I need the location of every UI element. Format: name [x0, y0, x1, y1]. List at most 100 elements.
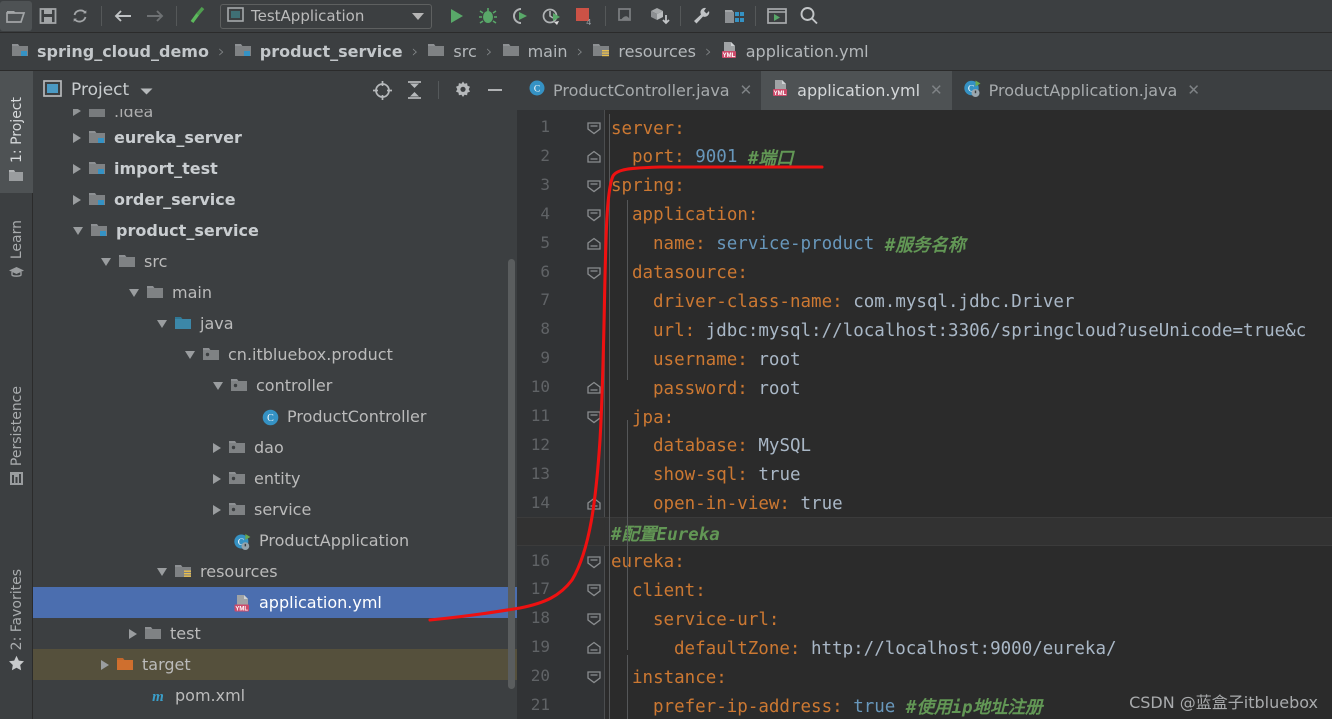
tree-item-eureka-server[interactable]: eureka_server: [33, 122, 517, 153]
chevron-down-icon[interactable]: [157, 319, 167, 328]
fold-start-icon[interactable]: [586, 208, 604, 221]
tree-item-resources[interactable]: resources: [33, 556, 517, 587]
chevron-right-icon[interactable]: [213, 473, 221, 484]
gear-icon[interactable]: [449, 77, 477, 103]
code-line[interactable]: application:: [632, 201, 758, 230]
breadcrumb-item-src[interactable]: src: [427, 42, 477, 62]
code-line[interactable]: server:: [611, 114, 685, 143]
tab-productapplication-java[interactable]: C ProductApplication.java ✕: [952, 71, 1209, 110]
tree-item-cn-itbluebox-product[interactable]: cn.itbluebox.product: [33, 339, 517, 370]
fold-start-icon[interactable]: [586, 555, 604, 568]
stop-icon[interactable]: 4: [568, 1, 600, 31]
breadcrumb-item-main[interactable]: main: [502, 42, 568, 62]
fold-end-icon[interactable]: [586, 237, 604, 250]
tree-item-service[interactable]: service: [33, 494, 517, 525]
chevron-right-icon[interactable]: [129, 628, 137, 639]
breadcrumb-item-resources[interactable]: resources: [592, 42, 696, 62]
tree-item-target[interactable]: target: [33, 649, 517, 680]
fold-start-icon[interactable]: [586, 583, 604, 597]
tree-item--idea[interactable]: .idea: [33, 109, 517, 122]
code-editor[interactable]: 123456789101112131415161718192021 server…: [517, 110, 1332, 719]
code-line[interactable]: password: root: [653, 374, 801, 403]
settings-wrench-icon[interactable]: [686, 1, 718, 31]
fold-start-icon[interactable]: [586, 179, 604, 193]
tree-item-controller[interactable]: controller: [33, 370, 517, 401]
profiler-icon[interactable]: [536, 1, 568, 31]
tree-item-application-yml[interactable]: YML application.yml: [33, 587, 517, 618]
tab-productcontroller-java[interactable]: C ProductController.java ✕: [517, 71, 761, 110]
chevron-down-icon[interactable]: [157, 567, 167, 576]
code-line[interactable]: client:: [632, 576, 706, 605]
open-folder-icon[interactable]: [0, 1, 32, 31]
build-hammer-icon[interactable]: [182, 1, 214, 31]
code-line[interactable]: jpa:: [632, 403, 674, 432]
hide-panel-icon[interactable]: [481, 77, 509, 103]
code-line[interactable]: show-sql: true: [653, 461, 801, 490]
fold-start-icon[interactable]: [586, 121, 604, 135]
run-anything-icon[interactable]: [761, 1, 793, 31]
breadcrumb-item-application-yml[interactable]: YML application.yml: [721, 41, 869, 63]
code-line[interactable]: instance:: [632, 663, 727, 692]
code-line[interactable]: datasource:: [632, 259, 748, 288]
run-icon[interactable]: [440, 1, 472, 31]
fold-end-icon[interactable]: [586, 497, 604, 510]
code-line[interactable]: service-url:: [653, 605, 779, 634]
chevron-down-icon[interactable]: [73, 226, 83, 235]
run-configuration-selector[interactable]: TestApplication: [220, 3, 432, 29]
fold-start-icon[interactable]: [586, 670, 604, 684]
debug-icon[interactable]: [472, 1, 504, 31]
tree-item-entity[interactable]: entity: [33, 463, 517, 494]
fold-start-icon[interactable]: [586, 266, 604, 279]
update-project-icon[interactable]: [611, 1, 643, 31]
collapse-all-icon[interactable]: [400, 77, 428, 103]
tree-item-main[interactable]: main: [33, 277, 517, 308]
sync-refresh-icon[interactable]: [64, 1, 96, 31]
code-line[interactable]: open-in-view: true: [653, 490, 843, 519]
chevron-right-icon[interactable]: [101, 659, 109, 670]
chevron-down-icon[interactable]: [412, 12, 424, 20]
chevron-right-icon[interactable]: [73, 132, 81, 143]
commit-icon[interactable]: [643, 1, 675, 31]
back-arrow-icon[interactable]: [107, 1, 139, 31]
code-line[interactable]: defaultZone: http://localhost:9000/eurek…: [674, 634, 1117, 663]
code-line[interactable]: database: MySQL: [653, 432, 811, 461]
sidebar-item-web[interactable]: Web: [0, 696, 33, 719]
tree-item-product-service[interactable]: product_service: [33, 215, 517, 246]
fold-end-icon[interactable]: [586, 641, 604, 654]
code-line[interactable]: port: 9001 #端口: [632, 143, 793, 172]
chevron-down-icon[interactable]: [213, 381, 223, 390]
tree-item-test[interactable]: test: [33, 618, 517, 649]
chevron-right-icon[interactable]: [73, 109, 81, 116]
tree-item-dao[interactable]: dao: [33, 432, 517, 463]
code-line[interactable]: name: service-product #服务名称: [653, 230, 965, 259]
tree-item-src[interactable]: src: [33, 246, 517, 277]
fold-end-icon[interactable]: [586, 150, 604, 163]
code-line[interactable]: spring:: [611, 172, 685, 201]
code-line[interactable]: username: root: [653, 345, 801, 374]
close-icon[interactable]: ✕: [930, 81, 943, 99]
sidebar-item-persistence[interactable]: Persistence: [0, 356, 33, 496]
chevron-down-icon[interactable]: [139, 81, 154, 100]
breadcrumb-item-product_service[interactable]: product_service: [234, 42, 403, 62]
fold-end-icon[interactable]: [586, 381, 604, 394]
project-tree-scrollbar[interactable]: [508, 259, 515, 689]
breadcrumb-item-spring_cloud_demo[interactable]: spring_cloud_demo: [11, 42, 209, 62]
tree-item-java[interactable]: java: [33, 308, 517, 339]
forward-arrow-icon[interactable]: [139, 1, 171, 31]
project-tree[interactable]: .idea eureka_server import_test order_servi…: [33, 109, 517, 719]
search-everywhere-icon[interactable]: [793, 1, 825, 31]
chevron-down-icon[interactable]: [101, 257, 111, 266]
scroll-from-source-icon[interactable]: [368, 77, 396, 103]
fold-start-icon[interactable]: [586, 612, 604, 626]
tree-item-productapplication[interactable]: C ProductApplication: [33, 525, 517, 556]
project-structure-icon[interactable]: [718, 1, 750, 31]
tree-item-pom-xml[interactable]: m pom.xml: [33, 680, 517, 711]
tab-application-yml[interactable]: YML application.yml ✕: [761, 71, 952, 110]
tree-item-order-service[interactable]: order_service: [33, 184, 517, 215]
close-icon[interactable]: ✕: [1187, 81, 1200, 99]
tree-item-import-test[interactable]: import_test: [33, 153, 517, 184]
sidebar-item-project[interactable]: 1: Project: [0, 71, 33, 193]
chevron-down-icon[interactable]: [129, 288, 139, 297]
fold-start-icon[interactable]: [586, 410, 604, 424]
chevron-right-icon[interactable]: [213, 442, 221, 453]
